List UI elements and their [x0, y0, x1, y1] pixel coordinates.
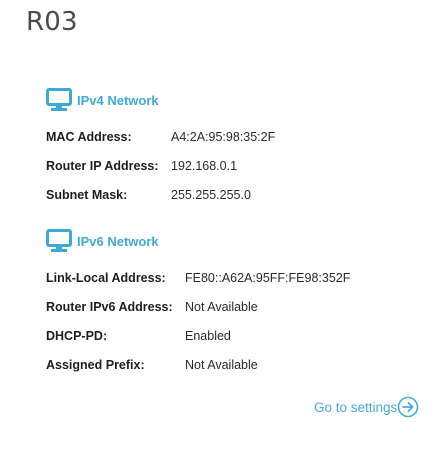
- router-ip-label: Router IP Address:: [46, 158, 159, 173]
- assigned-prefix-value: Not Available: [185, 357, 258, 372]
- dhcp-pd-label: DHCP-PD:: [46, 328, 108, 343]
- router-ip-row: Router IP Address: 192.168.0.1: [46, 151, 275, 180]
- router-ipv6-label: Router IPv6 Address:: [46, 299, 173, 314]
- ipv6-network-section: IPv6 Network Link-Local Address: FE80::A…: [46, 227, 350, 379]
- link-local-row: Link-Local Address: FE80::A62A:95FF:FE98…: [46, 263, 350, 292]
- ipv4-network-section: IPv4 Network MAC Address: A4:2A:95:98:35…: [46, 86, 275, 209]
- monitor-icon: [46, 228, 72, 254]
- device-title: R03: [26, 7, 78, 37]
- ipv6-section-header: IPv6 Network: [46, 227, 350, 255]
- ipv4-section-header: IPv4 Network: [46, 86, 275, 114]
- link-local-label: Link-Local Address:: [46, 270, 166, 285]
- dhcp-pd-row: DHCP-PD: Enabled: [46, 321, 350, 350]
- dhcp-pd-value: Enabled: [185, 328, 231, 343]
- router-ip-value: 192.168.0.1: [171, 158, 238, 173]
- link-local-value: FE80::A62A:95FF:FE98:352F: [185, 270, 351, 285]
- arrow-circle-right-icon: [397, 396, 419, 418]
- router-ipv6-value: Not Available: [185, 299, 258, 314]
- go-to-settings-label: Go to settings: [314, 399, 398, 415]
- go-to-settings-link[interactable]: Go to settings: [314, 396, 419, 418]
- subnet-mask-value: 255.255.255.0: [171, 187, 251, 202]
- assigned-prefix-label: Assigned Prefix:: [46, 357, 145, 372]
- mac-address-row: MAC Address: A4:2A:95:98:35:2F: [46, 122, 275, 151]
- subnet-mask-label: Subnet Mask:: [46, 187, 128, 202]
- assigned-prefix-row: Assigned Prefix: Not Available: [46, 350, 350, 379]
- device-details-panel: R03 IPv4 Network MAC Address: A4:2A:95:9…: [0, 0, 447, 469]
- ipv4-section-title: IPv4 Network: [77, 92, 159, 108]
- monitor-icon: [46, 87, 72, 113]
- router-ipv6-row: Router IPv6 Address: Not Available: [46, 292, 350, 321]
- subnet-mask-row: Subnet Mask: 255.255.255.0: [46, 180, 275, 209]
- mac-address-value: A4:2A:95:98:35:2F: [171, 129, 276, 144]
- ipv6-section-title: IPv6 Network: [77, 233, 159, 249]
- mac-address-label: MAC Address:: [46, 129, 132, 144]
